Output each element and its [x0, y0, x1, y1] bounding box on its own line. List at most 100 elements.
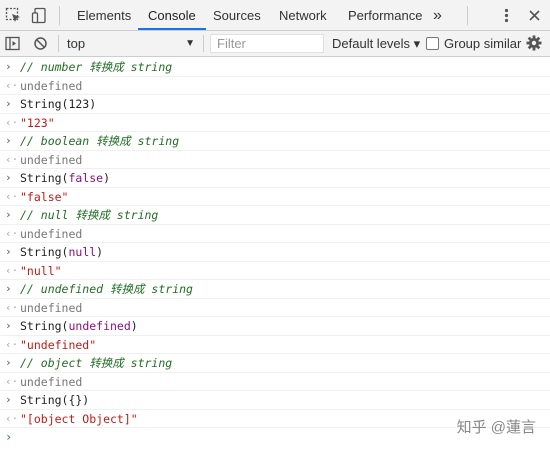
console-messages: ›// number 转换成 string ‹· undefined › String(… [0, 58, 550, 447]
result-arrow-icon: ‹· [5, 78, 19, 92]
result-arrow-icon: ‹· [5, 374, 19, 388]
console-text: "123" [20, 114, 55, 132]
console-output-row: ‹· "false" [0, 188, 550, 206]
console-text: "null" [20, 262, 62, 280]
console-text: String(undefined) [20, 317, 138, 335]
console-token: undefined [68, 319, 131, 333]
input-chevron-icon: › [5, 356, 12, 369]
console-text: undefined [20, 151, 82, 169]
console-output-row: ‹· undefined [0, 225, 550, 243]
console-token: undefined [20, 152, 83, 167]
prompt-chevron-icon: › [5, 430, 13, 444]
input-chevron-icon: › [5, 319, 12, 332]
inspect-element-icon[interactable] [5, 7, 22, 24]
input-chevron-icon: › [5, 393, 12, 406]
result-arrow-icon: ‹· [5, 115, 19, 129]
result-arrow-icon: ‹· [5, 263, 19, 277]
tabbar-divider [59, 6, 60, 25]
console-token: "null" [20, 263, 62, 278]
input-chevron-icon: › [5, 282, 12, 295]
console-input-row: › // object 转换成 string [0, 354, 550, 373]
console-token: // object 转换成 string [20, 356, 173, 370]
console-text: undefined [20, 299, 82, 317]
tab-elements[interactable]: Elements [77, 0, 131, 30]
console-token: undefined [20, 78, 83, 93]
toolbar-divider [203, 35, 204, 52]
console-text: undefined [20, 225, 82, 243]
result-arrow-icon: ‹· [5, 226, 19, 240]
watermark: 知乎 @蓮言 [456, 419, 536, 436]
console-token: String( [20, 319, 69, 333]
result-arrow-icon: ‹· [5, 300, 19, 314]
tab-network[interactable]: Network [279, 0, 327, 30]
input-chevron-icon: › [5, 134, 12, 147]
console-input-row: › String(false) [0, 169, 550, 188]
show-sidebar-icon[interactable] [5, 36, 20, 51]
console-output-row: ‹· undefined [0, 373, 550, 391]
result-arrow-icon: ‹· [5, 152, 19, 166]
tab-sources[interactable]: Sources [213, 0, 261, 30]
console-token: ) [96, 245, 104, 259]
console-input-row: › String(null) [0, 243, 550, 262]
console-text: "undefined" [20, 336, 96, 354]
context-selector-value: top [67, 36, 86, 51]
filter-input[interactable]: Filter [210, 34, 324, 53]
console-token: "undefined" [20, 337, 97, 352]
tab-console[interactable]: Console [138, 0, 206, 30]
clear-console-icon[interactable] [33, 36, 48, 51]
log-levels-dropdown[interactable]: Default levels ▾ [332, 31, 420, 56]
console-text: // boolean 转换成 string [20, 132, 179, 150]
console-token: "false" [20, 189, 69, 204]
group-similar-checkbox[interactable] [426, 37, 439, 50]
console-token: String( [20, 171, 69, 185]
more-options-icon[interactable] [498, 7, 515, 24]
console-text: String(123) [20, 95, 96, 113]
console-text: String(false) [20, 169, 110, 187]
console-text: undefined [20, 77, 82, 95]
console-output-row: ‹· undefined [0, 151, 550, 169]
console-input-row: › String(123) [0, 95, 550, 114]
console-token: String({}) [20, 393, 90, 407]
result-arrow-icon: ‹· [5, 411, 19, 425]
console-text: // undefined 转换成 string [20, 280, 193, 298]
input-chevron-icon: › [5, 171, 12, 184]
input-chevron-icon: › [5, 245, 12, 258]
console-token: ) [130, 319, 138, 333]
console-token: ) [103, 171, 111, 185]
context-selector[interactable]: top ▼ [67, 31, 199, 56]
console-token: String(123) [20, 97, 97, 111]
console-output-row: ‹· "null" [0, 262, 550, 280]
console-output-row: ‹· "123" [0, 114, 550, 132]
device-toolbar-icon[interactable] [31, 7, 48, 24]
console-token: undefined [20, 226, 83, 241]
settings-gear-icon[interactable] [526, 35, 542, 51]
console-token: null [68, 245, 97, 259]
close-icon[interactable] [526, 7, 543, 24]
console-token: // null 转换成 string [20, 208, 159, 222]
result-arrow-icon: ‹· [5, 189, 19, 203]
console-token: // undefined 转换成 string [20, 282, 193, 296]
devtools-tabbar: Elements Console Sources Network Perform… [0, 0, 550, 31]
console-output-row: ‹· undefined [0, 299, 550, 317]
console-text: "false" [20, 188, 68, 206]
result-arrow-icon: ‹· [5, 337, 19, 351]
console-input-row: › String({}) [0, 391, 550, 410]
console-token: // boolean 转换成 string [20, 134, 180, 148]
console-text: // number 转换成 string [20, 58, 172, 76]
console-token: undefined [20, 374, 83, 389]
console-input-row: › // boolean 转换成 string [0, 132, 550, 151]
input-chevron-icon: › [5, 60, 12, 73]
more-tabs-button[interactable]: » [433, 0, 442, 30]
console-token: false [68, 171, 104, 185]
toolbar-divider [58, 35, 59, 52]
tabbar-divider [467, 6, 468, 25]
console-token: "[object Object]" [20, 411, 138, 426]
console-input-row: › // number 转换成 string [0, 58, 550, 77]
console-text: String({}) [20, 391, 89, 409]
tab-performance[interactable]: Performance [348, 0, 422, 30]
console-toolbar: top ▼ Filter Default levels ▾ Group simi… [0, 31, 550, 57]
console-text: undefined [20, 373, 82, 391]
console-input-row: › String(undefined) [0, 317, 550, 336]
console-token: String( [20, 245, 69, 259]
console-input-row: › // undefined 转换成 string [0, 280, 550, 299]
